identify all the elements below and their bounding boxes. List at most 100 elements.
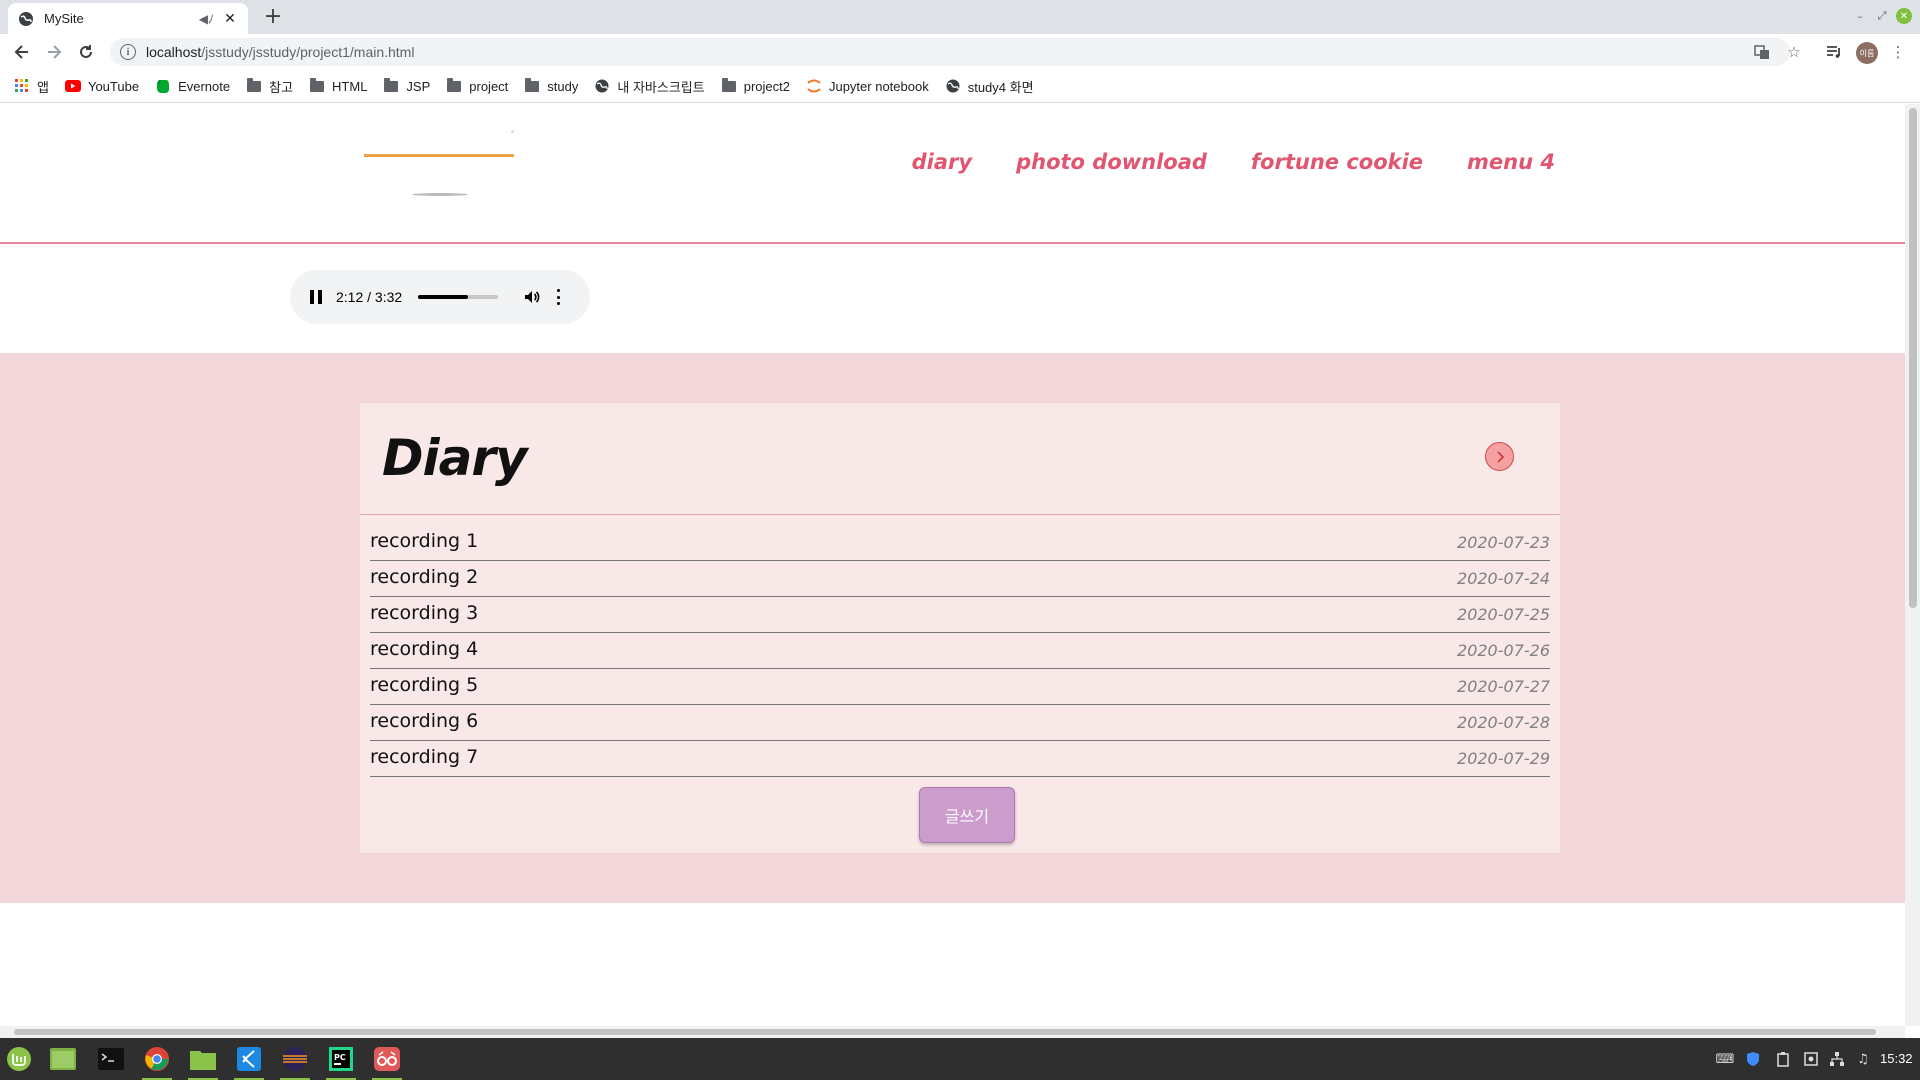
bookmark-label: Evernote xyxy=(178,78,231,94)
vertical-scrollbar[interactable] xyxy=(1905,104,1920,1026)
folder-icon xyxy=(383,77,399,94)
logo-line[interactable] xyxy=(364,154,514,157)
pycharm-icon[interactable]: PC xyxy=(324,1043,358,1080)
bookmark-jupyter[interactable]: Jupyter notebook xyxy=(806,78,929,94)
logo-shadow xyxy=(412,193,468,196)
reader-app-icon[interactable] xyxy=(370,1043,404,1080)
bookmark-apps[interactable]: 앱 xyxy=(14,77,49,96)
nav-link-menu-4[interactable]: menu 4 xyxy=(1467,150,1555,174)
nav-link-photo-download[interactable]: photo download xyxy=(1016,150,1207,174)
bookmark-label: 참고 xyxy=(269,79,294,95)
bookmark-star-icon[interactable]: ☆ xyxy=(1784,42,1804,62)
list-item[interactable]: recording 4 2020-07-26 xyxy=(370,633,1550,669)
browser-tab[interactable]: MySite ◀ﾉ ✕ xyxy=(8,3,248,34)
translate-icon[interactable] xyxy=(1752,42,1772,62)
diary-card: Diary recording 1 2020-07-23 recording 2… xyxy=(360,403,1560,853)
bookmark-folder-ref[interactable]: 참고 xyxy=(246,77,293,96)
vscode-icon[interactable] xyxy=(232,1043,266,1080)
next-arrow-button[interactable] xyxy=(1485,442,1514,471)
bookmark-folder-jsp[interactable]: JSP xyxy=(383,77,431,94)
files-icon[interactable] xyxy=(186,1043,220,1080)
entry-title[interactable]: recording 6 xyxy=(370,710,478,732)
write-button[interactable]: 글쓰기 xyxy=(919,787,1015,843)
list-item[interactable]: recording 2 2020-07-24 xyxy=(370,561,1550,597)
bookmark-label: 내 자바스크립트 xyxy=(617,79,705,95)
restore-icon[interactable]: ⤢ xyxy=(1874,8,1890,24)
profile-avatar[interactable]: 이름 xyxy=(1856,42,1878,64)
diary-section: Diary recording 1 2020-07-23 recording 2… xyxy=(0,353,1905,903)
address-bar[interactable]: i localhost /jsstudy/jsstudy/project1/ma… xyxy=(110,38,1790,66)
nav-link-diary[interactable]: diary xyxy=(912,150,972,174)
horizontal-scrollbar[interactable] xyxy=(0,1026,1905,1038)
audio-player: 2:12 / 3:32 xyxy=(290,270,590,324)
list-item[interactable]: recording 6 2020-07-28 xyxy=(370,705,1550,741)
entry-title[interactable]: recording 2 xyxy=(370,566,478,588)
entry-title[interactable]: recording 5 xyxy=(370,674,478,696)
bookmark-youtube[interactable]: YouTube xyxy=(64,78,140,94)
entry-date: 2020-07-25 xyxy=(1457,605,1550,624)
tab-audio-icon[interactable]: ◀ﾉ xyxy=(199,10,214,27)
minimize-icon[interactable]: – xyxy=(1852,8,1868,24)
terminal-icon[interactable] xyxy=(94,1043,128,1075)
clock[interactable]: 15:32 xyxy=(1880,1051,1913,1066)
entry-title[interactable]: recording 4 xyxy=(370,638,478,660)
chevron-right-icon xyxy=(1496,450,1504,463)
more-options-icon[interactable] xyxy=(556,289,560,305)
nav-link-fortune-cookie[interactable]: fortune cookie xyxy=(1251,150,1423,174)
tab-title: MySite xyxy=(44,11,84,26)
list-item[interactable]: recording 3 2020-07-25 xyxy=(370,597,1550,633)
bookmark-folder-project2[interactable]: project2 xyxy=(721,77,790,94)
globe-icon xyxy=(945,78,961,94)
back-icon[interactable] xyxy=(10,40,34,64)
jupyter-icon xyxy=(806,78,822,94)
list-item[interactable]: recording 7 2020-07-29 xyxy=(370,741,1550,777)
bookmark-label: JSP xyxy=(406,78,431,94)
scroll-thumb[interactable] xyxy=(14,1029,1876,1035)
reload-icon[interactable] xyxy=(74,40,98,64)
bookmark-label: 앱 xyxy=(37,79,49,95)
browser-menu-icon[interactable]: ⋮ xyxy=(1888,42,1908,62)
bookmark-folder-html[interactable]: HTML xyxy=(309,77,367,94)
url-path: /jsstudy/jsstudy/project1/main.html xyxy=(201,44,415,60)
window-close-icon[interactable]: ✕ xyxy=(1896,8,1912,24)
entry-date: 2020-07-28 xyxy=(1457,713,1550,732)
folder-icon xyxy=(446,77,462,94)
volume-icon[interactable] xyxy=(522,287,542,307)
keyboard-icon[interactable]: ⌨ xyxy=(1716,1050,1735,1068)
seek-slider[interactable] xyxy=(418,295,499,299)
bookmark-my-javascript[interactable]: 내 자바스크립트 xyxy=(594,77,705,96)
clipboard-icon[interactable] xyxy=(1774,1050,1792,1068)
site-info-icon[interactable]: i xyxy=(120,44,136,60)
entry-title[interactable]: recording 7 xyxy=(370,746,478,768)
new-tab-button[interactable]: + xyxy=(260,5,286,31)
shield-icon[interactable] xyxy=(1744,1050,1762,1068)
list-item[interactable]: recording 1 2020-07-23 xyxy=(370,525,1550,561)
site-header: diary photo download fortune cookie menu… xyxy=(0,104,1905,244)
eclipse-icon[interactable] xyxy=(278,1043,312,1080)
bookmark-label: study4 화면 xyxy=(967,79,1034,95)
bookmark-study4[interactable]: study4 화면 xyxy=(945,77,1034,96)
entry-title[interactable]: recording 1 xyxy=(370,530,478,552)
bookmark-label: YouTube xyxy=(87,78,140,94)
mint-menu-icon[interactable] xyxy=(2,1043,36,1075)
list-item[interactable]: recording 5 2020-07-27 xyxy=(370,669,1550,705)
update-manager-icon[interactable] xyxy=(1802,1050,1820,1068)
chrome-icon[interactable] xyxy=(140,1043,174,1080)
media-control-icon[interactable] xyxy=(1824,42,1844,62)
sound-icon[interactable]: ♫ xyxy=(1854,1050,1872,1068)
bookmark-folder-study[interactable]: study xyxy=(524,77,578,94)
entry-title[interactable]: recording 3 xyxy=(370,602,478,624)
page-viewport: diary photo download fortune cookie menu… xyxy=(0,104,1905,1026)
pause-icon[interactable] xyxy=(310,290,322,304)
apps-grid-icon xyxy=(14,78,30,94)
tab-close-icon[interactable]: ✕ xyxy=(222,11,238,27)
forward-icon[interactable] xyxy=(42,40,66,64)
entry-date: 2020-07-27 xyxy=(1457,677,1550,696)
bookmark-folder-project[interactable]: project xyxy=(446,77,508,94)
entry-date: 2020-07-26 xyxy=(1457,641,1550,660)
show-desktop-icon[interactable] xyxy=(46,1043,80,1075)
scroll-thumb[interactable] xyxy=(1909,108,1917,608)
bookmark-evernote[interactable]: Evernote xyxy=(155,78,230,94)
logo-dot xyxy=(511,130,514,133)
network-icon[interactable] xyxy=(1828,1050,1846,1068)
